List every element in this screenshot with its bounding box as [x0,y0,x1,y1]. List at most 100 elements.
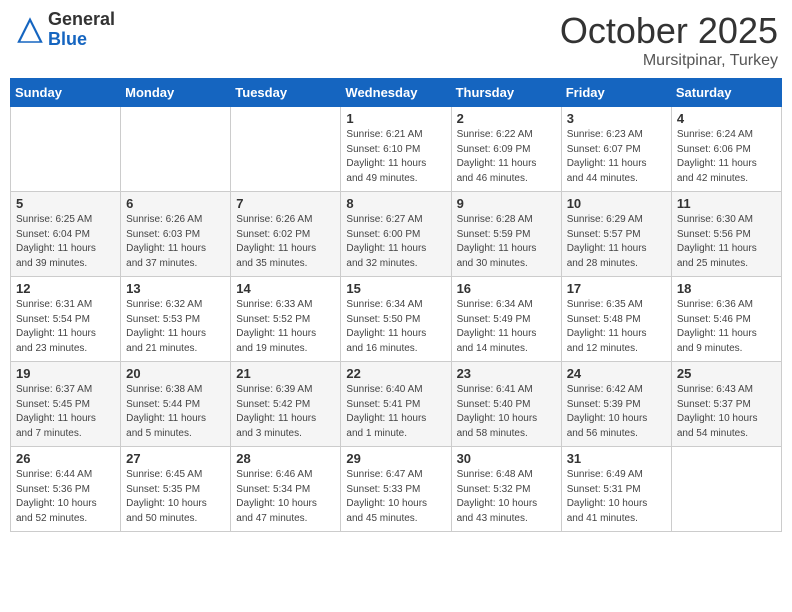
day-number: 2 [457,111,556,126]
calendar-cell: 12 Sunrise: 6:31 AM Sunset: 5:54 PM Dayli… [11,277,121,362]
calendar-cell: 15 Sunrise: 6:34 AM Sunset: 5:50 PM Dayli… [341,277,451,362]
cell-content: Sunrise: 6:27 AM Sunset: 6:00 PM Dayligh… [346,213,445,271]
day-number: 26 [16,451,115,466]
day-number: 25 [677,366,776,381]
calendar-cell [231,107,341,192]
calendar-cell: 13Sunrise: 6:32 AM Sunset: 5:53 PM Dayli… [121,277,231,362]
calendar-cell: 16 Sunrise: 6:34 AM Sunset: 5:49 PM Dayli… [451,277,561,362]
calendar-week-1: 1 Sunrise: 6:21 AM Sunset: 6:10 PM Daylig… [11,107,782,192]
cell-content: Sunrise: 6:41 AM Sunset: 5:40 PM Dayligh… [457,383,556,441]
calendar-cell [121,107,231,192]
column-header-sunday: Sunday [11,79,121,107]
calendar-cell: 19 Sunrise: 6:37 AM Sunset: 5:45 PM Dayli… [11,362,121,447]
calendar-cell: 25 Sunrise: 6:43 AM Sunset: 5:37 PM Dayli… [671,362,781,447]
cell-content: Sunrise: 6:34 AM Sunset: 5:50 PM Dayligh… [346,298,445,356]
cell-content: Sunrise: 6:47 AM Sunset: 5:33 PM Dayligh… [346,468,445,526]
day-number: 20 [126,366,225,381]
calendar-cell: 20 Sunrise: 6:38 AM Sunset: 5:44 PM Dayli… [121,362,231,447]
day-number: 19 [16,366,115,381]
day-number: 15 [346,281,445,296]
cell-content: Sunrise: 6:34 AM Sunset: 5:49 PM Dayligh… [457,298,556,356]
cell-content: Sunrise: 6:37 AM Sunset: 5:45 PM Dayligh… [16,383,115,441]
day-number: 23 [457,366,556,381]
calendar-cell: 3Sunrise: 6:23 AM Sunset: 6:07 PM Daylig… [561,107,671,192]
logo-blue-text: Blue [48,30,115,50]
calendar-cell: 2 Sunrise: 6:22 AM Sunset: 6:09 PM Daylig… [451,107,561,192]
calendar-cell: 4 Sunrise: 6:24 AM Sunset: 6:06 PM Daylig… [671,107,781,192]
day-number: 4 [677,111,776,126]
cell-content: Sunrise: 6:46 AM Sunset: 5:34 PM Dayligh… [236,468,335,526]
logo-general-text: General [48,10,115,30]
column-header-wednesday: Wednesday [341,79,451,107]
calendar-week-4: 19 Sunrise: 6:37 AM Sunset: 5:45 PM Dayli… [11,362,782,447]
month-title: October 2025 [560,10,778,52]
column-header-friday: Friday [561,79,671,107]
cell-content: Sunrise: 6:26 AM Sunset: 6:02 PM Dayligh… [236,213,335,271]
calendar-cell: 11Sunrise: 6:30 AM Sunset: 5:56 PM Dayli… [671,192,781,277]
day-number: 29 [346,451,445,466]
calendar-cell: 7 Sunrise: 6:26 AM Sunset: 6:02 PM Daylig… [231,192,341,277]
cell-content: Sunrise: 6:29 AM Sunset: 5:57 PM Dayligh… [567,213,666,271]
day-number: 14 [236,281,335,296]
cell-content: Sunrise: 6:33 AM Sunset: 5:52 PM Dayligh… [236,298,335,356]
cell-content: Sunrise: 6:38 AM Sunset: 5:44 PM Dayligh… [126,383,225,441]
calendar-cell: 14 Sunrise: 6:33 AM Sunset: 5:52 PM Dayli… [231,277,341,362]
day-number: 7 [236,196,335,211]
logo-text: General Blue [48,10,115,50]
cell-content: Sunrise: 6:39 AM Sunset: 5:42 PM Dayligh… [236,383,335,441]
calendar-cell: 1 Sunrise: 6:21 AM Sunset: 6:10 PM Daylig… [341,107,451,192]
calendar-cell: 21 Sunrise: 6:39 AM Sunset: 5:42 PM Dayli… [231,362,341,447]
day-number: 27 [126,451,225,466]
cell-content: Sunrise: 6:25 AM Sunset: 6:04 PM Dayligh… [16,213,115,271]
cell-content: Sunrise: 6:31 AM Sunset: 5:54 PM Dayligh… [16,298,115,356]
cell-content: Sunrise: 6:26 AM Sunset: 6:03 PM Dayligh… [126,213,225,271]
cell-content: Sunrise: 6:35 AM Sunset: 5:48 PM Dayligh… [567,298,666,356]
cell-content: Sunrise: 6:36 AM Sunset: 5:46 PM Dayligh… [677,298,776,356]
cell-content: Sunrise: 6:49 AM Sunset: 5:31 PM Dayligh… [567,468,666,526]
logo: General Blue [14,10,115,50]
cell-content: Sunrise: 6:42 AM Sunset: 5:39 PM Dayligh… [567,383,666,441]
cell-content: Sunrise: 6:43 AM Sunset: 5:37 PM Dayligh… [677,383,776,441]
calendar-cell: 17 Sunrise: 6:35 AM Sunset: 5:48 PM Dayli… [561,277,671,362]
calendar-table: SundayMondayTuesdayWednesdayThursdayFrid… [10,78,782,532]
calendar-cell: 26Sunrise: 6:44 AM Sunset: 5:36 PM Dayli… [11,447,121,532]
calendar-cell: 10Sunrise: 6:29 AM Sunset: 5:57 PM Dayli… [561,192,671,277]
calendar-week-2: 5Sunrise: 6:25 AM Sunset: 6:04 PM Daylig… [11,192,782,277]
calendar-cell: 28 Sunrise: 6:46 AM Sunset: 5:34 PM Dayli… [231,447,341,532]
cell-content: Sunrise: 6:23 AM Sunset: 6:07 PM Dayligh… [567,128,666,186]
cell-content: Sunrise: 6:24 AM Sunset: 6:06 PM Dayligh… [677,128,776,186]
cell-content: Sunrise: 6:32 AM Sunset: 5:53 PM Dayligh… [126,298,225,356]
calendar-week-5: 26Sunrise: 6:44 AM Sunset: 5:36 PM Dayli… [11,447,782,532]
day-number: 17 [567,281,666,296]
cell-content: Sunrise: 6:48 AM Sunset: 5:32 PM Dayligh… [457,468,556,526]
logo-icon [14,14,46,46]
day-number: 16 [457,281,556,296]
page-header: General Blue October 2025 Mursitpinar, T… [10,10,782,70]
cell-content: Sunrise: 6:22 AM Sunset: 6:09 PM Dayligh… [457,128,556,186]
day-number: 12 [16,281,115,296]
calendar-header-row: SundayMondayTuesdayWednesdayThursdayFrid… [11,79,782,107]
day-number: 30 [457,451,556,466]
calendar-cell: 5Sunrise: 6:25 AM Sunset: 6:04 PM Daylig… [11,192,121,277]
calendar-cell: 31 Sunrise: 6:49 AM Sunset: 5:31 PM Dayli… [561,447,671,532]
day-number: 1 [346,111,445,126]
column-header-saturday: Saturday [671,79,781,107]
day-number: 8 [346,196,445,211]
day-number: 21 [236,366,335,381]
cell-content: Sunrise: 6:45 AM Sunset: 5:35 PM Dayligh… [126,468,225,526]
cell-content: Sunrise: 6:21 AM Sunset: 6:10 PM Dayligh… [346,128,445,186]
column-header-thursday: Thursday [451,79,561,107]
calendar-cell: 29 Sunrise: 6:47 AM Sunset: 5:33 PM Dayli… [341,447,451,532]
day-number: 31 [567,451,666,466]
calendar-cell: 23 Sunrise: 6:41 AM Sunset: 5:40 PM Dayli… [451,362,561,447]
day-number: 9 [457,196,556,211]
day-number: 28 [236,451,335,466]
cell-content: Sunrise: 6:30 AM Sunset: 5:56 PM Dayligh… [677,213,776,271]
calendar-cell: 8 Sunrise: 6:27 AM Sunset: 6:00 PM Daylig… [341,192,451,277]
calendar-cell: 22Sunrise: 6:40 AM Sunset: 5:41 PM Dayli… [341,362,451,447]
calendar-cell [11,107,121,192]
calendar-cell: 18 Sunrise: 6:36 AM Sunset: 5:46 PM Dayli… [671,277,781,362]
calendar-cell: 6Sunrise: 6:26 AM Sunset: 6:03 PM Daylig… [121,192,231,277]
calendar-cell: 27 Sunrise: 6:45 AM Sunset: 5:35 PM Dayli… [121,447,231,532]
day-number: 18 [677,281,776,296]
